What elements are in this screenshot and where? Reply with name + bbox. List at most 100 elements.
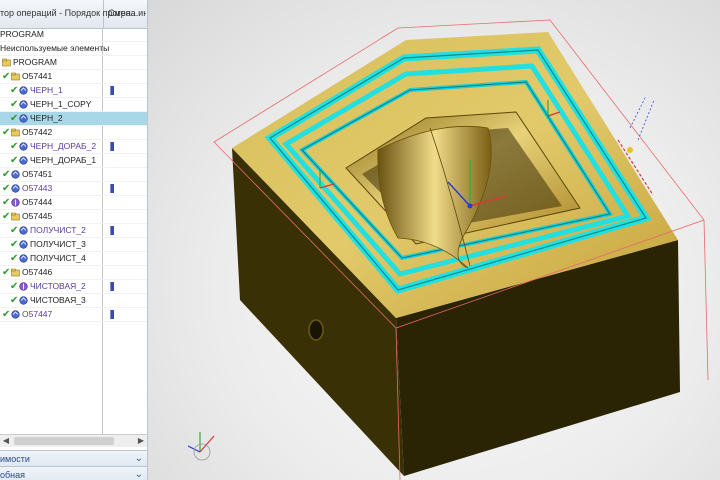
- tree-row-label: PROGRAM: [0, 29, 44, 39]
- tree-row[interactable]: ✔ ПОЛУЧИСТ_4: [0, 252, 147, 266]
- tree-row[interactable]: ✔ ЧЕРН_ДОРАБ_2: [0, 140, 147, 154]
- check-icon: ✔: [10, 85, 19, 96]
- tree-row[interactable]: ✔ O57445: [0, 210, 147, 224]
- mill-operation-icon: [19, 114, 28, 123]
- tool-change-column-label[interactable]: Смена ин: [108, 8, 146, 18]
- mill-operation-icon: [19, 226, 28, 235]
- check-icon: ✔: [2, 267, 11, 278]
- tree-row[interactable]: Неиспользуемые элементы: [0, 42, 147, 56]
- mill-operation-icon: [19, 100, 28, 109]
- horizontal-scrollbar[interactable]: ◀ ▶: [0, 434, 147, 447]
- program-folder-icon: [2, 58, 11, 67]
- tree-row[interactable]: ✔ ЧИСТОВАЯ_3: [0, 294, 147, 308]
- tree-row-label: O57441: [22, 71, 53, 81]
- check-icon: ✔: [2, 71, 11, 82]
- program-folder-icon: [11, 268, 20, 277]
- tree-row-label: O57442: [22, 127, 53, 137]
- mill-operation-icon: [19, 142, 28, 151]
- tree-row-label: O57451: [22, 169, 53, 179]
- tool-change-marker-icon: [110, 310, 114, 319]
- mill-operation-icon: [11, 310, 20, 319]
- check-icon: ✔: [10, 155, 19, 166]
- tree-row-label: O57443: [22, 183, 53, 193]
- tree-row-label: O57444: [22, 197, 53, 207]
- tool-change-marker-icon: [110, 86, 114, 95]
- tree-row[interactable]: ✔ O57446: [0, 266, 147, 280]
- tree-row[interactable]: ✔ ЧИСТОВАЯ_2: [0, 280, 147, 294]
- check-icon: ✔: [2, 211, 11, 222]
- tree-row-label: PROGRAM: [13, 57, 57, 67]
- program-folder-icon: [11, 128, 20, 137]
- tree-row-label: ЧЕРН_1_COPY: [30, 99, 92, 109]
- scroll-right-arrow-icon[interactable]: ▶: [135, 435, 147, 447]
- tree-row[interactable]: ✔ O57441: [0, 70, 147, 84]
- chevron-down-icon[interactable]: ⌄: [135, 451, 143, 467]
- tool-change-marker-icon: [110, 184, 114, 193]
- tree-row[interactable]: ✔ O57451: [0, 168, 147, 182]
- tree-row[interactable]: PROGRAM: [0, 28, 147, 42]
- mill-operation-icon: [19, 296, 28, 305]
- mill-operation-icon: [19, 240, 28, 249]
- check-icon: ✔: [2, 169, 11, 180]
- tree-row[interactable]: ✔ ПОЛУЧИСТ_2: [0, 224, 147, 238]
- tree-row-label: ЧИСТОВАЯ_2: [30, 281, 86, 291]
- tree-row-label: O57447: [22, 309, 53, 319]
- dependencies-panel-label: имости: [0, 454, 30, 464]
- part-model-view[interactable]: [148, 0, 720, 480]
- drill-operation-icon: [11, 198, 20, 207]
- tree-row-label: ЧЕРН_2: [30, 113, 63, 123]
- check-icon: ✔: [10, 239, 19, 250]
- check-icon: ✔: [10, 99, 19, 110]
- check-icon: ✔: [2, 197, 11, 208]
- tree-row-label: ЧЕРН_1: [30, 85, 63, 95]
- program-folder-icon: [11, 72, 20, 81]
- scroll-left-arrow-icon[interactable]: ◀: [0, 435, 12, 447]
- tree-row[interactable]: ✔ O57443: [0, 182, 147, 196]
- mill-operation-icon: [11, 184, 20, 193]
- check-icon: ✔: [10, 253, 19, 264]
- tree-row[interactable]: ✔ O57442: [0, 126, 147, 140]
- tool-change-marker-icon: [110, 226, 114, 235]
- tree-row-label: ПОЛУЧИСТ_4: [30, 253, 86, 263]
- view-orientation-triad-icon[interactable]: [187, 432, 215, 461]
- tree-row-label: O57445: [22, 211, 53, 221]
- tree-row-label: Неиспользуемые элементы: [0, 43, 110, 53]
- tree-row-label: ПОЛУЧИСТ_3: [30, 239, 86, 249]
- tree-row[interactable]: ✔ O57447: [0, 308, 147, 322]
- tree-row[interactable]: ✔ ПОЛУЧИСТ_3: [0, 238, 147, 252]
- tree-row[interactable]: PROGRAM: [0, 56, 147, 70]
- chevron-down-icon[interactable]: ⌄: [135, 467, 143, 480]
- mill-operation-icon: [19, 156, 28, 165]
- side-hole: [308, 319, 324, 341]
- tree-row-label: ЧИСТОВАЯ_3: [30, 295, 86, 305]
- tree-row[interactable]: ✔ O57444: [0, 196, 147, 210]
- mill-operation-icon: [19, 86, 28, 95]
- bounding-box-edge: [703, 219, 709, 381]
- tree-row-label: O57446: [22, 267, 53, 277]
- navigator-header: тор операций - Порядок програ... Смена и…: [0, 0, 147, 29]
- tree-row[interactable]: ✔ ЧЕРН_2: [0, 112, 147, 126]
- check-icon: ✔: [10, 113, 19, 124]
- program-folder-icon: [11, 212, 20, 221]
- details-panel-label: обная: [0, 470, 26, 480]
- tree-row-label: ЧЕРН_ДОРАБ_1: [30, 155, 97, 165]
- dependencies-panel[interactable]: имости ⌄: [0, 450, 147, 467]
- mill-operation-icon: [11, 170, 20, 179]
- tool-change-marker-icon: [110, 282, 114, 291]
- check-icon: ✔: [10, 295, 19, 306]
- check-icon: ✔: [2, 309, 11, 320]
- check-icon: ✔: [2, 183, 11, 194]
- tree-row[interactable]: ✔ ЧЕРН_ДОРАБ_1: [0, 154, 147, 168]
- check-icon: ✔: [10, 141, 19, 152]
- tree-row-label: ЧЕРН_ДОРАБ_2: [30, 141, 97, 151]
- tree-row[interactable]: ✔ ЧЕРН_1_COPY: [0, 98, 147, 112]
- tree-row[interactable]: ✔ ЧЕРН_1: [0, 84, 147, 98]
- mill-operation-icon: [19, 254, 28, 263]
- tool-change-marker-icon: [110, 142, 114, 151]
- drill-operation-icon: [19, 282, 28, 291]
- check-icon: ✔: [10, 281, 19, 292]
- check-icon: ✔: [2, 127, 11, 138]
- details-panel[interactable]: обная ⌄: [0, 466, 147, 480]
- scrollbar-thumb[interactable]: [14, 437, 114, 445]
- graphics-viewport[interactable]: [148, 0, 720, 480]
